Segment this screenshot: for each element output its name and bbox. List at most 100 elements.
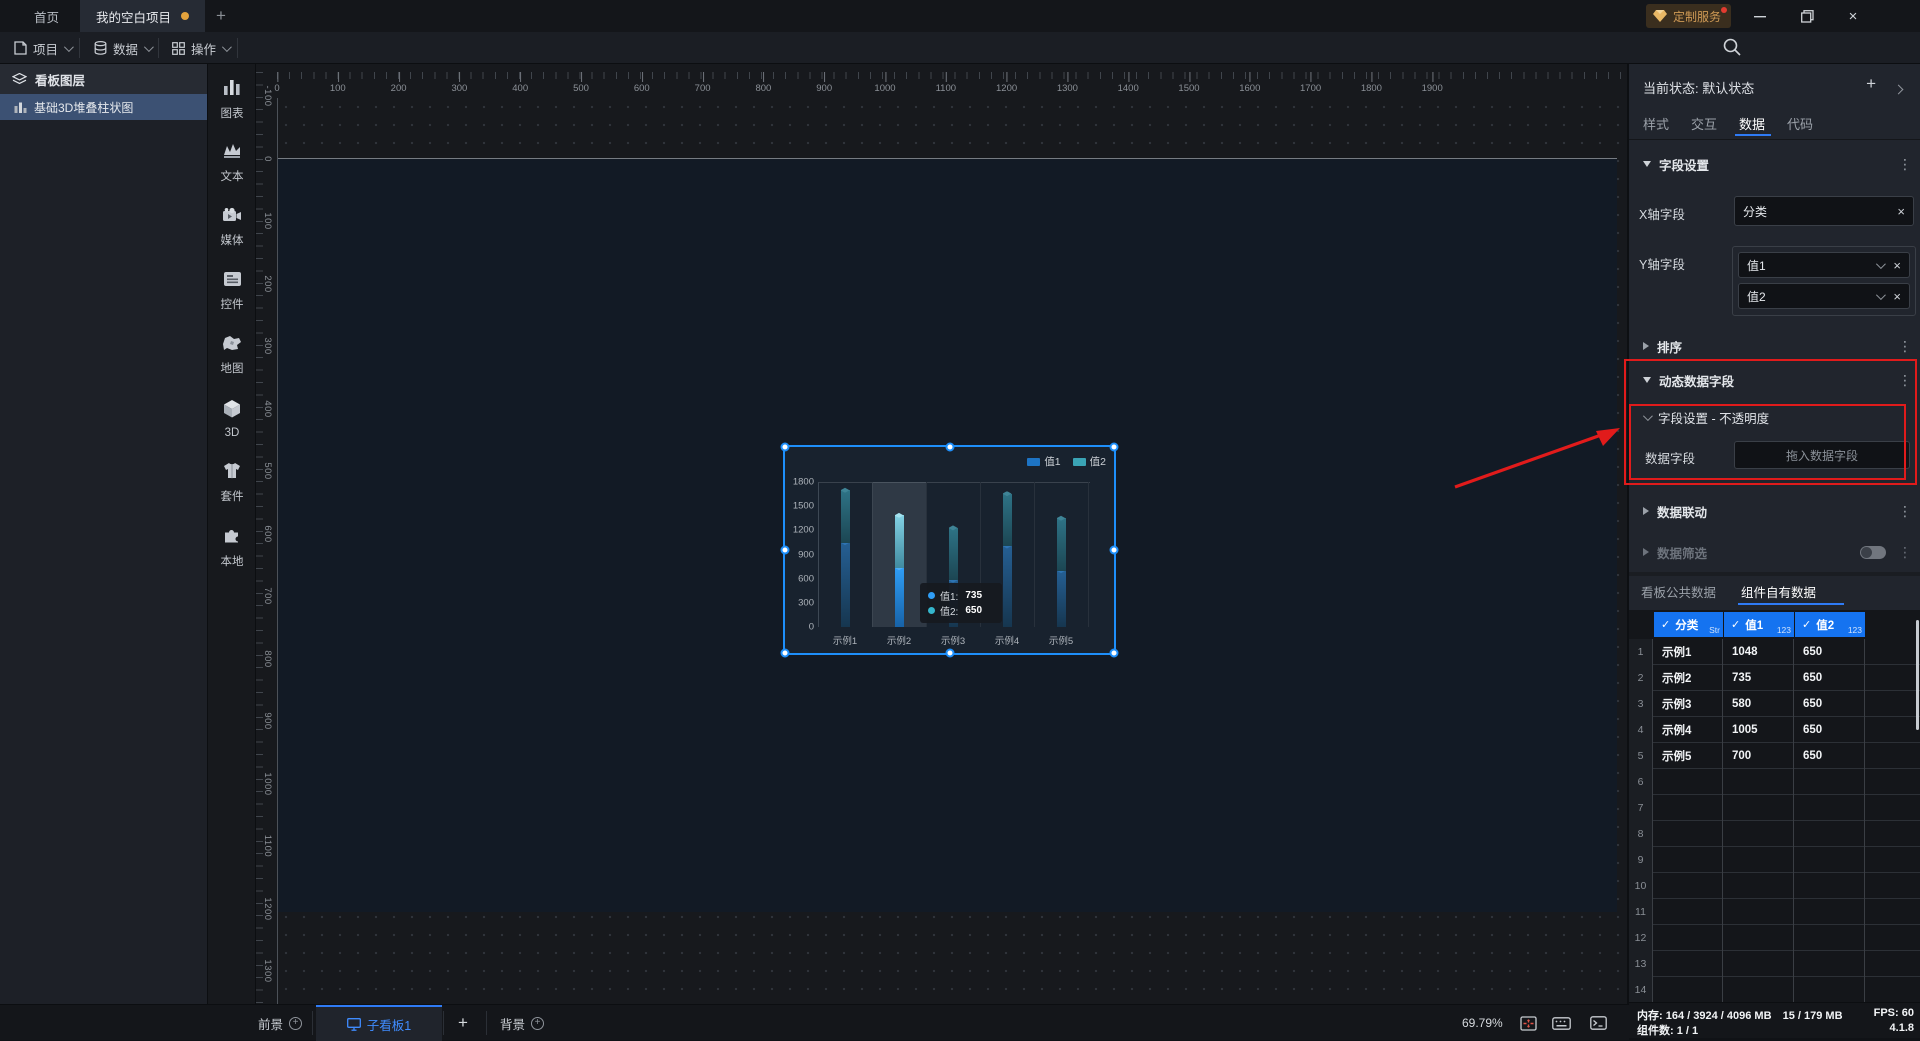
table-row[interactable]: 12 bbox=[1629, 925, 1920, 951]
remove-icon[interactable]: × bbox=[1897, 204, 1905, 219]
expand-states-button[interactable] bbox=[1893, 80, 1904, 98]
table-cell[interactable] bbox=[1795, 769, 1865, 795]
table-cell[interactable]: 700 bbox=[1724, 743, 1794, 769]
editor-canvas[interactable]: 0 100 200 300 400 500 600 700 800 900 1000 1100 1200… bbox=[256, 64, 1627, 1004]
menu-data[interactable]: 数据 bbox=[94, 32, 154, 64]
table-cell[interactable]: 示例3 bbox=[1654, 691, 1723, 717]
filter-toggle[interactable] bbox=[1860, 546, 1886, 559]
table-cell[interactable]: 1048 bbox=[1724, 639, 1794, 665]
table-cell[interactable] bbox=[1724, 899, 1794, 925]
selection-handle[interactable] bbox=[1109, 545, 1119, 555]
dynamic-sub-row[interactable]: 字段设置 - 不透明度 bbox=[1642, 408, 1769, 427]
y-field-chip-1[interactable]: 值1 × bbox=[1738, 252, 1910, 278]
tab-code[interactable]: 代码 bbox=[1787, 114, 1813, 133]
table-cell[interactable] bbox=[1795, 847, 1865, 873]
table-row[interactable]: 7 bbox=[1629, 795, 1920, 821]
tab-home[interactable]: 首页 bbox=[20, 0, 73, 32]
table-cell[interactable] bbox=[1654, 795, 1723, 821]
minimize-button[interactable] bbox=[1743, 0, 1777, 32]
toolbar-item-媒体[interactable]: 媒体 bbox=[208, 198, 256, 256]
table-cell[interactable]: 示例1 bbox=[1654, 639, 1723, 665]
toolbar-item-图表[interactable]: 图表 bbox=[208, 70, 256, 128]
table-cell[interactable] bbox=[1654, 821, 1723, 847]
table-row[interactable]: 4 示例4 1005 650 bbox=[1629, 717, 1920, 743]
table-cell[interactable] bbox=[1724, 769, 1794, 795]
legend-item[interactable]: 值1 bbox=[1027, 454, 1061, 469]
table-row[interactable]: 5 示例5 700 650 bbox=[1629, 743, 1920, 769]
table-cell[interactable]: 示例2 bbox=[1654, 665, 1723, 691]
kebab-menu-icon[interactable]: ⋮ bbox=[1898, 544, 1912, 561]
add-subboard-button[interactable]: + bbox=[458, 1005, 468, 1041]
toolbar-item-地图[interactable]: 地图 bbox=[208, 326, 256, 384]
table-cell[interactable] bbox=[1795, 951, 1865, 977]
add-state-button[interactable]: + bbox=[1866, 74, 1876, 94]
table-cell[interactable] bbox=[1654, 951, 1723, 977]
bar-segment-value1[interactable] bbox=[1056, 570, 1066, 627]
selection-handle[interactable] bbox=[1109, 648, 1119, 658]
table-cell[interactable]: 示例5 bbox=[1654, 743, 1723, 769]
bar-segment-value2[interactable] bbox=[948, 527, 958, 581]
bar-segment-value2[interactable] bbox=[840, 490, 850, 543]
zoom-level[interactable]: 69.79% bbox=[1462, 1005, 1503, 1041]
table-row[interactable]: 1 示例1 1048 650 bbox=[1629, 639, 1920, 665]
remove-icon[interactable]: × bbox=[1893, 258, 1901, 273]
circle-plus-icon[interactable]: + bbox=[289, 1016, 303, 1030]
menu-project[interactable]: 项目 bbox=[14, 32, 74, 64]
kebab-menu-icon[interactable]: ⋮ bbox=[1898, 372, 1912, 389]
tab-style[interactable]: 样式 bbox=[1643, 114, 1669, 133]
table-cell[interactable] bbox=[1724, 925, 1794, 951]
data-field-dropzone[interactable]: 拖入数据字段 bbox=[1734, 441, 1910, 469]
table-row[interactable]: 8 bbox=[1629, 821, 1920, 847]
table-row[interactable]: 14 bbox=[1629, 977, 1920, 1002]
y-field-chip-2[interactable]: 值2 × bbox=[1738, 283, 1910, 309]
data-table[interactable]: ✓ 分类 Str ✓ 值1 123 ✓ 值2 123 1 示例1 1048 650 2 示例2 735 650 3… bbox=[1629, 610, 1920, 1002]
legend-item[interactable]: 值2 bbox=[1072, 454, 1106, 469]
toolbar-item-控件[interactable]: 控件 bbox=[208, 262, 256, 320]
table-cell[interactable] bbox=[1654, 925, 1723, 951]
table-cell[interactable] bbox=[1795, 977, 1865, 1002]
table-cell[interactable]: 650 bbox=[1795, 691, 1865, 717]
table-header-值1[interactable]: ✓ 值1 123 bbox=[1724, 612, 1794, 637]
chart-component[interactable]: 值1 值2 值1: 735 值2: 650 1800 1500 1200 900 600 300 0… bbox=[783, 445, 1116, 655]
tab-data[interactable]: 数据 bbox=[1739, 114, 1765, 133]
section-data-linkage[interactable]: 数据联动 ⋮ bbox=[1629, 495, 1920, 527]
table-cell[interactable] bbox=[1724, 951, 1794, 977]
toolbar-item-3D[interactable]: 3D bbox=[208, 390, 256, 448]
kebab-menu-icon[interactable]: ⋮ bbox=[1898, 156, 1912, 173]
table-cell[interactable] bbox=[1724, 821, 1794, 847]
subboard-tab[interactable]: 子看板1 bbox=[316, 1005, 442, 1041]
table-row[interactable]: 9 bbox=[1629, 847, 1920, 873]
bar-segment-value1[interactable] bbox=[894, 567, 904, 627]
toolbar-item-套件[interactable]: 套件 bbox=[208, 454, 256, 512]
bar-segment-value1[interactable] bbox=[840, 542, 850, 627]
section-sort[interactable]: 排序 ⋮ bbox=[1629, 330, 1920, 362]
selection-handle[interactable] bbox=[780, 648, 790, 658]
tab-interaction[interactable]: 交互 bbox=[1691, 114, 1717, 133]
table-cell[interactable] bbox=[1795, 925, 1865, 951]
table-cell[interactable] bbox=[1654, 873, 1723, 899]
table-row[interactable]: 6 bbox=[1629, 769, 1920, 795]
table-cell[interactable] bbox=[1724, 795, 1794, 821]
foreground-button[interactable]: 前景 + bbox=[258, 1005, 303, 1041]
kebab-menu-icon[interactable]: ⋮ bbox=[1898, 338, 1912, 355]
section-data-filter[interactable]: 数据筛选 ⋮ bbox=[1629, 536, 1920, 568]
table-cell[interactable]: 650 bbox=[1795, 717, 1865, 743]
menu-operations[interactable]: 操作 bbox=[172, 32, 232, 64]
table-cell[interactable]: 示例4 bbox=[1654, 717, 1723, 743]
custom-service-badge[interactable]: 定制服务 bbox=[1646, 4, 1732, 28]
chevron-down-icon[interactable] bbox=[1876, 258, 1887, 269]
selection-handle[interactable] bbox=[945, 442, 954, 452]
tab-component-data[interactable]: 组件自有数据 bbox=[1741, 582, 1816, 601]
background-button[interactable]: 背景 + bbox=[500, 1005, 545, 1041]
chevron-down-icon[interactable] bbox=[1876, 289, 1887, 300]
table-header-分类[interactable]: ✓ 分类 Str bbox=[1654, 612, 1723, 637]
x-field-chip[interactable]: 分类 × bbox=[1734, 196, 1914, 226]
table-cell[interactable] bbox=[1724, 977, 1794, 1002]
bar-segment-value1[interactable] bbox=[1002, 546, 1012, 627]
fit-screen-button[interactable] bbox=[1520, 1005, 1537, 1041]
table-row[interactable]: 13 bbox=[1629, 951, 1920, 977]
console-button[interactable] bbox=[1590, 1005, 1607, 1041]
table-cell[interactable] bbox=[1724, 847, 1794, 873]
table-cell[interactable]: 650 bbox=[1795, 743, 1865, 769]
search-button[interactable] bbox=[1722, 37, 1742, 57]
